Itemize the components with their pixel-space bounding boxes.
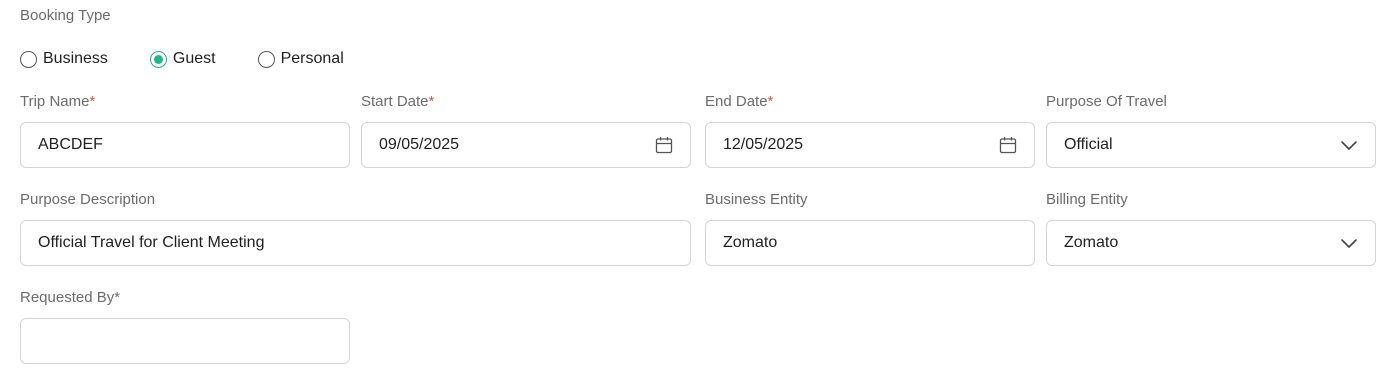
end-date-value: 12/05/2025 — [723, 136, 804, 153]
chevron-down-icon[interactable] — [1339, 233, 1359, 253]
business-entity-input[interactable]: Zomato — [705, 220, 1035, 266]
start-date-value: 09/05/2025 — [379, 136, 460, 153]
business-entity-value: Zomato — [723, 234, 778, 251]
end-date-label: End Date* — [705, 93, 773, 110]
trip-name-label: Trip Name* — [20, 93, 95, 110]
billing-entity-label: Billing Entity — [1046, 191, 1128, 208]
radio-business[interactable]: Business — [20, 50, 108, 68]
radio-personal[interactable]: Personal — [257, 50, 344, 68]
purpose-of-travel-label: Purpose Of Travel — [1046, 93, 1167, 110]
end-date-input[interactable]: 12/05/2025 — [705, 122, 1035, 168]
booking-type-label: Booking Type — [20, 7, 111, 24]
start-date-input[interactable]: 09/05/2025 — [361, 122, 691, 168]
purpose-description-value: Official Travel for Client Meeting — [38, 234, 265, 251]
calendar-icon[interactable] — [654, 135, 674, 155]
radio-label: Personal — [280, 50, 344, 67]
purpose-description-input[interactable]: Official Travel for Client Meeting — [20, 220, 691, 266]
purpose-of-travel-value: Official — [1064, 136, 1113, 153]
calendar-icon[interactable] — [998, 135, 1018, 155]
radio-guest[interactable]: Guest — [149, 50, 216, 68]
business-entity-label: Business Entity — [705, 191, 808, 208]
trip-name-input[interactable]: ABCDEF — [20, 122, 350, 168]
radio-circle[interactable] — [257, 50, 275, 68]
booking-type-radio-group: Business Guest Personal — [20, 48, 386, 70]
required-marker: * — [114, 289, 121, 306]
start-date-label: Start Date* — [361, 93, 434, 110]
trip-name-value: ABCDEF — [38, 136, 103, 153]
required-marker: * — [89, 93, 96, 110]
label-text: End Date — [705, 93, 768, 110]
purpose-of-travel-select[interactable]: Official — [1046, 122, 1376, 168]
requested-by-input[interactable] — [20, 318, 350, 364]
radio-label: Guest — [172, 50, 216, 67]
radio-circle[interactable] — [20, 50, 37, 68]
required-marker: * — [428, 93, 435, 110]
label-text: Requested By — [20, 289, 115, 306]
required-marker: * — [767, 93, 774, 110]
chevron-down-icon[interactable] — [1339, 135, 1359, 155]
label-text: Start Date — [361, 93, 429, 110]
billing-entity-value: Zomato — [1064, 234, 1119, 251]
radio-circle-selected[interactable] — [149, 50, 167, 68]
purpose-description-label: Purpose Description — [20, 191, 156, 208]
label-text: Trip Name — [20, 93, 90, 110]
billing-entity-select[interactable]: Zomato — [1046, 220, 1376, 266]
radio-label: Business — [43, 50, 108, 67]
requested-by-label: Requested By* — [20, 289, 120, 306]
